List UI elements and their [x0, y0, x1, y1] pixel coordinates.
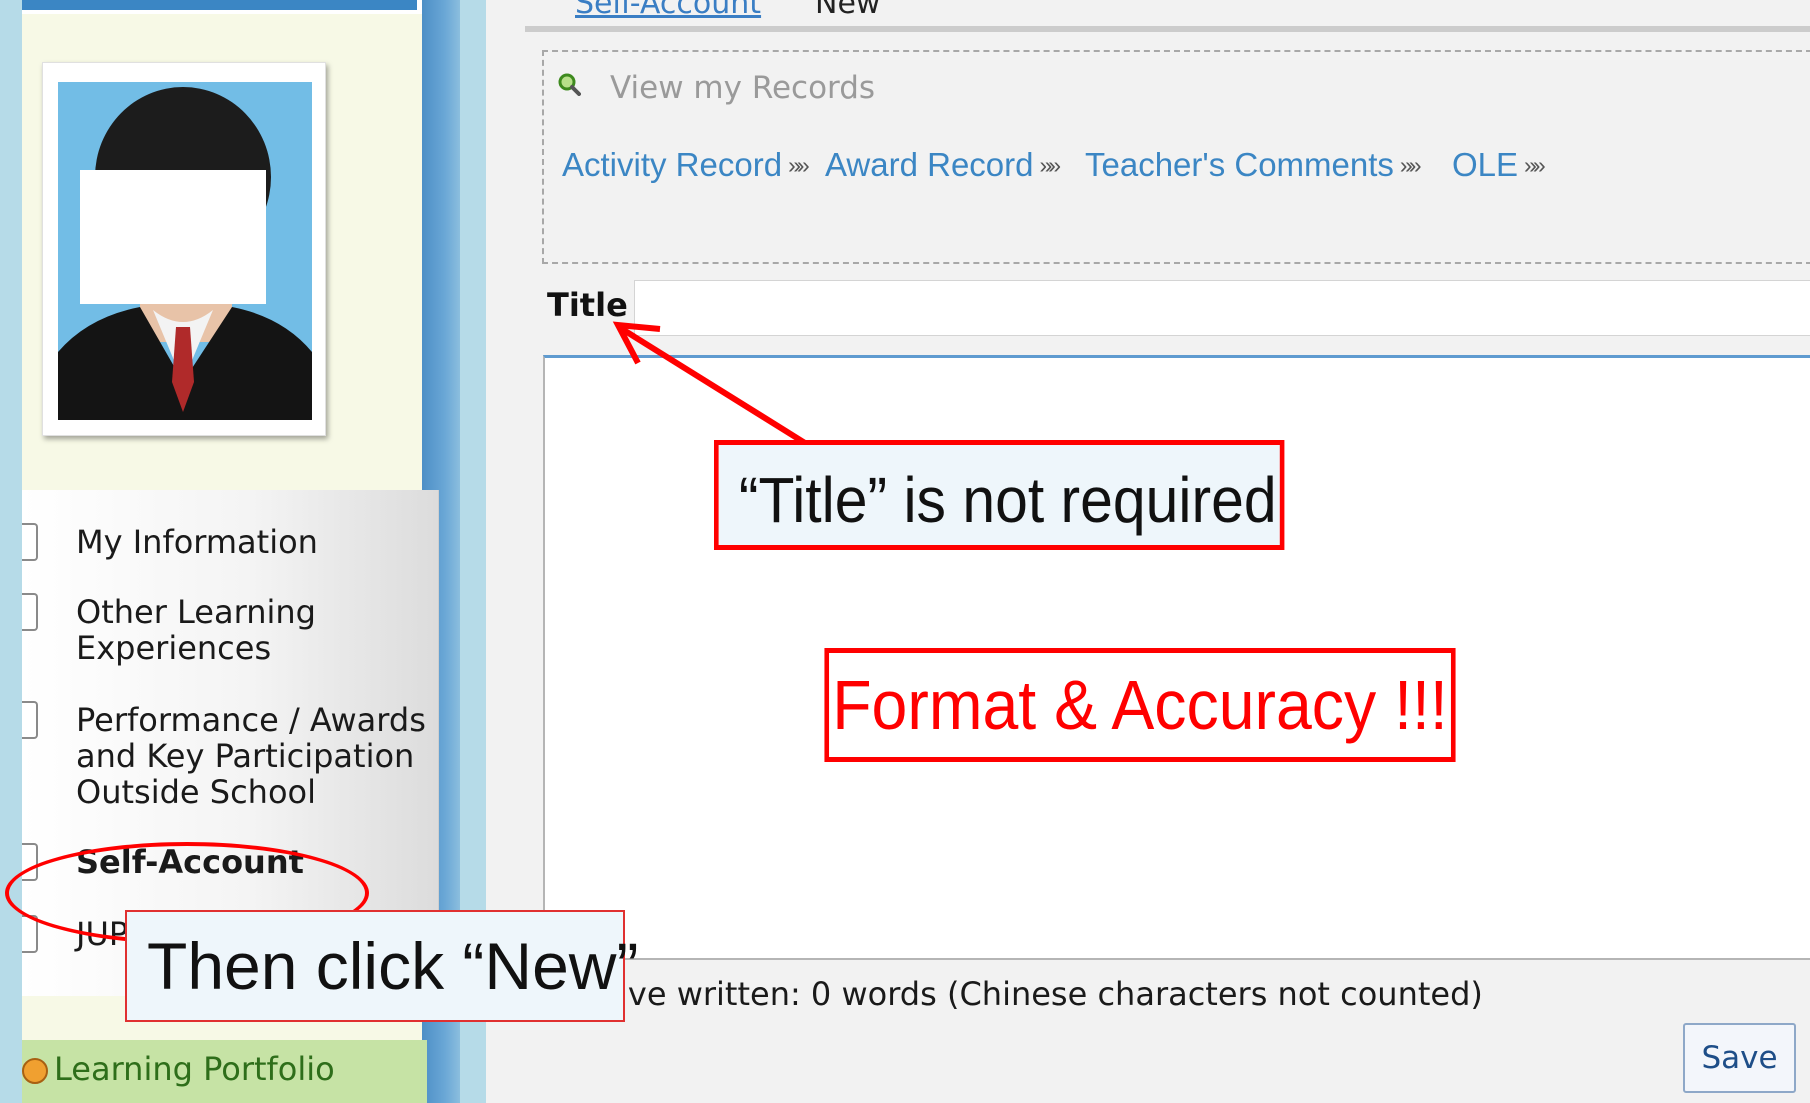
- award-record-label[interactable]: Award Record: [825, 146, 1034, 183]
- double-chevron-icon: »»: [1039, 152, 1062, 178]
- photo-mask: [80, 170, 266, 304]
- search-icon: [558, 73, 581, 96]
- award-record-link[interactable]: Award Record»»: [825, 146, 1062, 184]
- page-icon: [22, 523, 38, 561]
- sidebar-item-performance-line2[interactable]: and Key Participation: [76, 738, 414, 775]
- teachers-comments-label[interactable]: Teacher's Comments: [1085, 146, 1394, 183]
- sidebar-item-other-learning[interactable]: Other Learning: [76, 594, 316, 631]
- format-accuracy-callout: Format & Accuracy !!!: [824, 648, 1456, 762]
- page-icon: [22, 593, 38, 631]
- teachers-comments-link[interactable]: Teacher's Comments»»: [1085, 146, 1422, 184]
- sidebar-item-performance[interactable]: Performance / Awards: [76, 702, 426, 739]
- arrow-annotation-icon: [612, 321, 807, 446]
- view-records-heading: View my Records: [610, 70, 876, 106]
- breadcrumb-new: New: [815, 0, 881, 21]
- activity-record-label[interactable]: Activity Record: [562, 146, 782, 183]
- sidebar-item-my-information[interactable]: My Information: [76, 524, 318, 561]
- ole-link[interactable]: OLE»»: [1452, 146, 1546, 184]
- section-top-line: [525, 26, 1810, 32]
- ole-label[interactable]: OLE: [1452, 146, 1518, 183]
- activity-record-link[interactable]: Activity Record»»: [562, 146, 810, 184]
- page-icon: [22, 701, 38, 739]
- learning-portfolio-link[interactable]: Learning Portfolio: [54, 1050, 335, 1088]
- then-click-new-callout: Then click “New”: [125, 910, 638, 1022]
- double-chevron-icon: »»: [788, 152, 810, 178]
- double-chevron-icon: »»: [1399, 152, 1422, 178]
- word-count-text: have written: 0 words (Chinese character…: [588, 975, 1483, 1013]
- portfolio-icon: [22, 1058, 48, 1084]
- double-chevron-icon: »»: [1524, 152, 1546, 178]
- sidebar-item-performance-line3[interactable]: Outside School: [76, 774, 316, 811]
- sidebar-item-other-learning-line2[interactable]: Experiences: [76, 630, 271, 667]
- breadcrumb-self-account-link[interactable]: Self-Account: [575, 0, 761, 21]
- top-strip-accent: [22, 0, 417, 10]
- title-not-required-callout: “Title” is not required: [714, 440, 1285, 550]
- save-button[interactable]: Save: [1683, 1023, 1796, 1093]
